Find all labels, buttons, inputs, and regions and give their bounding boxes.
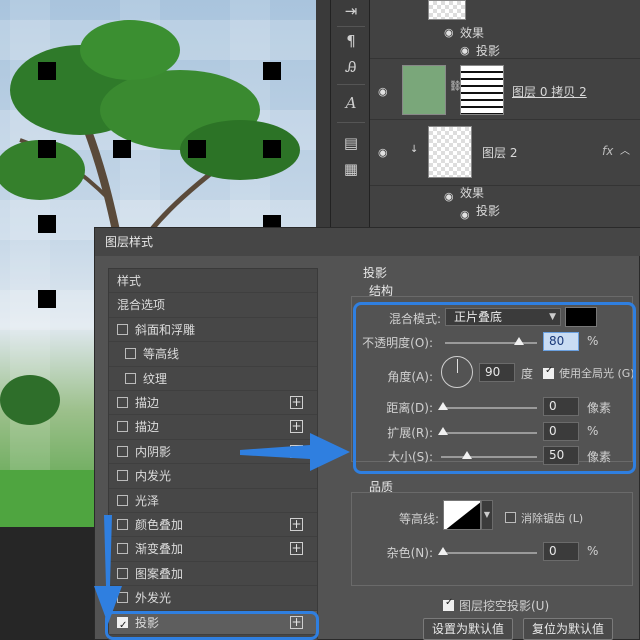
annotation-arrows [94,433,350,624]
arrow-right-icon [240,433,350,471]
arrow-down-icon [94,515,122,624]
